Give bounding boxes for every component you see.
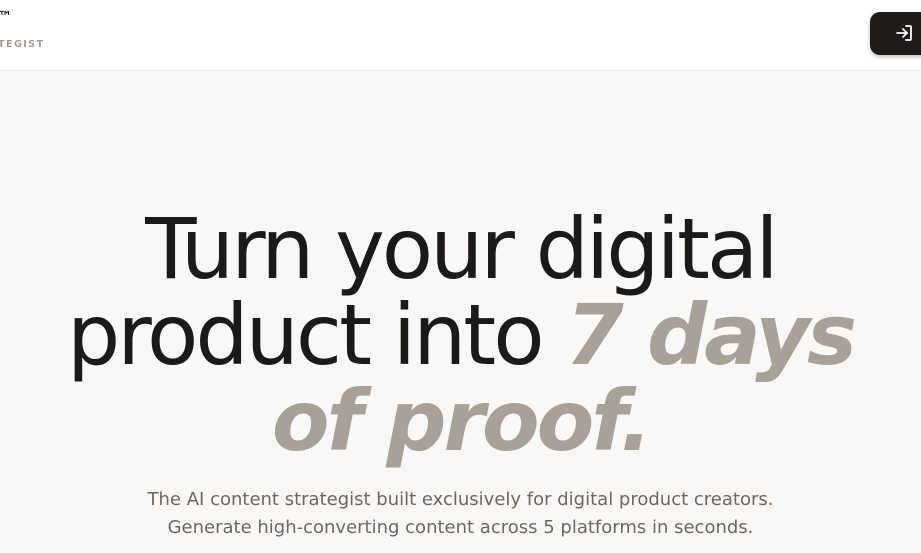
hero-title: Turn your digital product into 7 days of…: [0, 206, 921, 464]
site-header: ™ TEGIST: [0, 0, 921, 71]
hero-subtitle: The AI content strategist built exclusiv…: [0, 486, 921, 542]
logo-subtitle: TEGIST: [0, 39, 45, 50]
logo[interactable]: ™: [0, 9, 13, 25]
hero-title-line2: product into: [66, 286, 566, 384]
hero-subtitle-line1: The AI content strategist built exclusiv…: [147, 489, 774, 510]
hero-title-line1: Turn your digital: [145, 200, 778, 298]
hero-title-accent-proof: of proof.: [271, 372, 652, 470]
sign-in-icon: [896, 25, 912, 41]
hero-subtitle-line2: Generate high-converting content across …: [167, 517, 754, 538]
login-button[interactable]: [870, 12, 921, 55]
hero-title-accent-days: 7 days: [565, 286, 857, 384]
